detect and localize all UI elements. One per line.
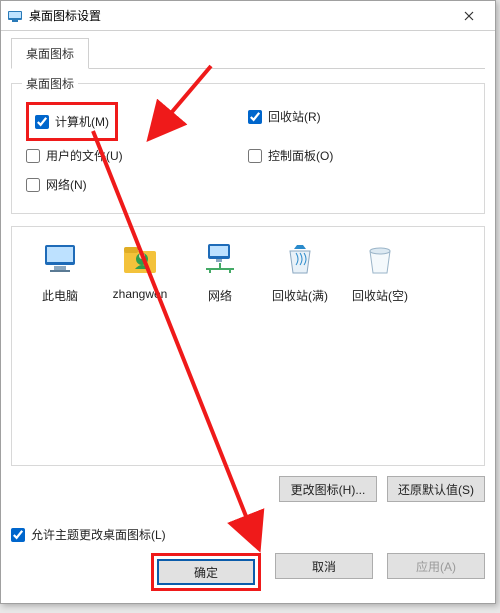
close-icon [464, 11, 474, 21]
dialog-window: 桌面图标设置 桌面图标 桌面图标 计算机(M) [0, 0, 496, 604]
checkbox-label: 计算机(M) [55, 113, 109, 130]
highlight-ok: 确定 [151, 553, 261, 591]
dialog-footer: 确定 取消 应用(A) [11, 549, 485, 593]
close-button[interactable] [449, 2, 489, 30]
cancel-button[interactable]: 取消 [275, 553, 373, 579]
checkbox-label: 控制面板(O) [268, 147, 333, 164]
icon-buttons-row: 更改图标(H)... 还原默认值(S) [11, 476, 485, 502]
monitor-icon [40, 239, 80, 279]
group-legend: 桌面图标 [22, 75, 78, 92]
client-area: 桌面图标 桌面图标 计算机(M) 回收站(R) [1, 31, 495, 603]
checkbox-label: 回收站(R) [268, 108, 321, 125]
tabstrip: 桌面图标 [11, 37, 485, 69]
highlight-computer: 计算机(M) [26, 102, 118, 141]
apply-button[interactable]: 应用(A) [387, 553, 485, 579]
tab-desktop-icons[interactable]: 桌面图标 [11, 38, 89, 69]
icon-label: 网络 [180, 287, 260, 304]
iconitem-network[interactable]: 网络 [180, 239, 260, 304]
checkbox-label: 用户的文件(U) [46, 147, 123, 164]
restore-default-button[interactable]: 还原默认值(S) [387, 476, 485, 502]
titlebar: 桌面图标设置 [1, 1, 495, 31]
iconitem-thispc[interactable]: 此电脑 [20, 239, 100, 304]
recycle-empty-icon [360, 239, 400, 279]
checkbox-label: 网络(N) [46, 176, 87, 193]
iconitem-recycle-empty[interactable]: 回收站(空) [340, 239, 420, 304]
checkbox-recycle[interactable]: 回收站(R) [248, 108, 470, 125]
checkbox-controlpanel[interactable]: 控制面板(O) [248, 147, 470, 164]
icon-label: 回收站(满) [260, 287, 340, 304]
network-icon [200, 239, 240, 279]
checkbox-allow-theme[interactable]: 允许主题更改桌面图标(L) [11, 526, 485, 543]
checkbox-computer[interactable]: 计算机(M) [35, 113, 109, 130]
icon-label: 此电脑 [20, 287, 100, 304]
iconitem-user[interactable]: zhangwen [100, 239, 180, 301]
ok-button[interactable]: 确定 [157, 559, 255, 585]
recycle-full-icon [280, 239, 320, 279]
icon-label: 回收站(空) [340, 287, 420, 304]
system-icon [7, 8, 23, 24]
iconitem-recycle-full[interactable]: 回收站(满) [260, 239, 340, 304]
user-folder-icon [120, 239, 160, 279]
icon-preview-pane: 此电脑 zhangwen 网络 回收站(满) [11, 226, 485, 466]
checkbox-network[interactable]: 网络(N) [26, 176, 248, 193]
checkbox-userfiles[interactable]: 用户的文件(U) [26, 147, 248, 164]
group-desktop-icons: 桌面图标 计算机(M) 回收站(R) [11, 83, 485, 214]
change-icon-button[interactable]: 更改图标(H)... [279, 476, 377, 502]
icon-label: zhangwen [100, 287, 180, 301]
checkbox-label: 允许主题更改桌面图标(L) [31, 526, 166, 543]
window-title: 桌面图标设置 [29, 7, 449, 24]
